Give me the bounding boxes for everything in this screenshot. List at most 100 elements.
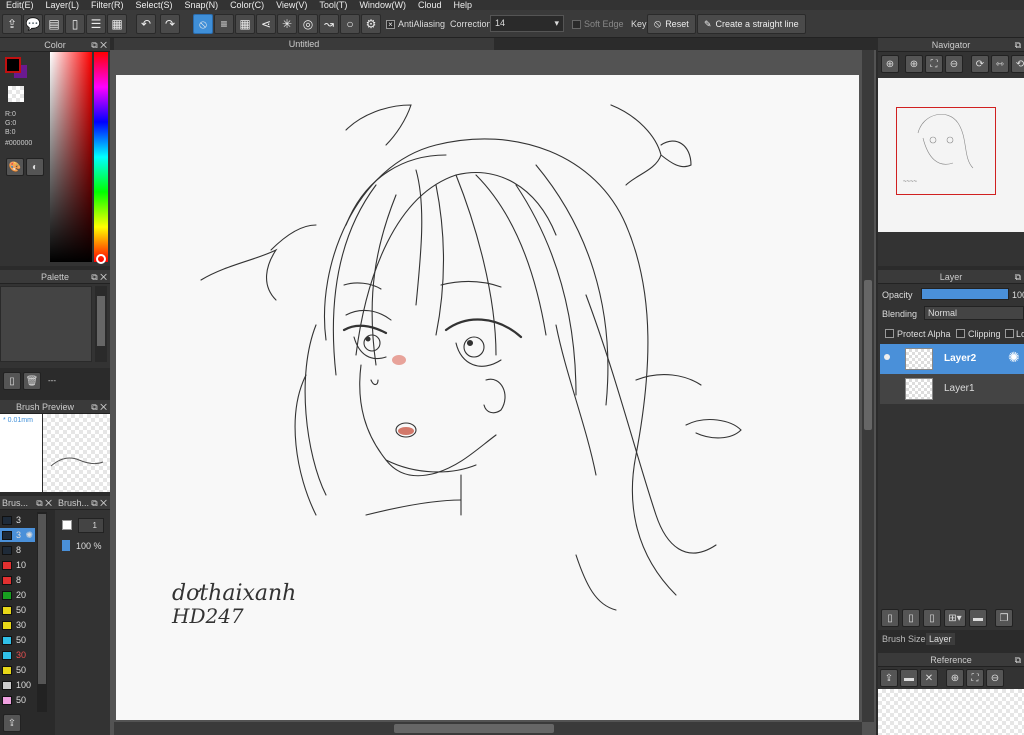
new-palette-icon[interactable]: ▯ <box>3 372 21 390</box>
menu-select[interactable]: Select(S) <box>130 0 179 10</box>
brush-item[interactable]: 50 <box>0 633 35 647</box>
brush-upload-icon[interactable]: ⇪ <box>3 714 21 732</box>
panel-close-icon[interactable]: ⧉ ✕ <box>91 400 107 414</box>
menu-help[interactable]: Help <box>447 0 478 10</box>
brush-item[interactable]: 3 <box>0 513 35 527</box>
zoom-plus-icon[interactable]: ⊕ <box>905 55 923 73</box>
brush-item[interactable]: 3 ✺ <box>0 528 35 542</box>
add-layer-menu-icon[interactable]: ⊞▾ <box>944 609 966 627</box>
palette-scrollbar[interactable] <box>95 286 107 362</box>
new-layer-8bit-icon[interactable]: ▯ <box>902 609 920 627</box>
menu-snap[interactable]: Snap(N) <box>179 0 225 10</box>
canvas-vertical-scrollbar[interactable] <box>862 50 874 722</box>
hue-slider[interactable] <box>94 52 108 262</box>
visibility-icon[interactable] <box>884 354 890 360</box>
menu-edit[interactable]: Edit(E) <box>0 0 40 10</box>
delete-palette-icon[interactable]: 🗑 <box>23 372 41 390</box>
brush-item[interactable]: 50 <box>0 663 35 677</box>
panel-close-icon[interactable]: ⧉ <box>1015 653 1021 667</box>
brush-item[interactable]: 8 <box>0 543 35 557</box>
horizontal-scroll-thumb[interactable] <box>394 724 554 733</box>
zoom-in-icon[interactable]: ⊕ <box>881 55 899 73</box>
list-icon[interactable]: ☰ <box>86 14 106 34</box>
brush-scroll-thumb[interactable] <box>38 514 46 684</box>
zoom-out-icon[interactable]: ⊖ <box>945 55 963 73</box>
blending-select[interactable]: Normal <box>924 306 1024 320</box>
brush-item[interactable]: 100 <box>0 678 35 692</box>
brush-value-field[interactable]: 1 <box>78 518 104 533</box>
straight-line-button[interactable]: ✎ Create a straight line <box>697 14 806 34</box>
brush-list-scrollbar[interactable] <box>37 512 47 712</box>
panel-close-icon[interactable]: ⧉ ✕ <box>91 270 107 284</box>
panel-close-icon[interactable]: ⧉ <box>1015 38 1021 52</box>
chat-icon[interactable]: ▤ <box>44 14 64 34</box>
palette-icon[interactable]: 🎨 <box>6 158 24 176</box>
navigator-view-rect[interactable] <box>896 107 996 195</box>
snap-settings-icon[interactable]: ⚙ <box>361 14 381 34</box>
share-icon[interactable]: ⇪ <box>2 14 22 34</box>
menu-view[interactable]: View(V) <box>270 0 313 10</box>
reference-upload-icon[interactable]: ⇪ <box>880 669 898 687</box>
layer-row-layer1[interactable]: Layer1 <box>880 374 1024 404</box>
reference-view[interactable] <box>878 689 1024 735</box>
rotate-reset-icon[interactable]: ⟲ <box>1011 55 1024 73</box>
brush-item[interactable]: 30 <box>0 648 35 662</box>
redo-icon[interactable]: ↷ <box>160 14 180 34</box>
snap-grid-icon[interactable]: ▦ <box>235 14 255 34</box>
brush-item[interactable]: 8 <box>0 573 35 587</box>
brush-item[interactable]: 30 <box>0 618 35 632</box>
clipping-checkbox[interactable] <box>956 329 965 338</box>
layer-row-layer2[interactable]: Layer2 ✺ <box>880 344 1024 374</box>
menu-tool[interactable]: Tool(T) <box>313 0 353 10</box>
reference-fit-icon[interactable]: ⛶ <box>966 669 984 687</box>
snap-parallel-icon[interactable]: ≡ <box>214 14 234 34</box>
undo-icon[interactable]: ↶ <box>136 14 156 34</box>
layer-settings-icon[interactable]: ✺ <box>1008 349 1020 366</box>
hue-handle[interactable] <box>96 254 106 264</box>
transparent-color-swatch[interactable] <box>8 86 24 102</box>
brush-item[interactable]: 10 <box>0 558 35 572</box>
menu-window[interactable]: Window(W) <box>353 0 412 10</box>
flip-icon[interactable]: ⇿ <box>991 55 1009 73</box>
document-tab[interactable]: Untitled <box>114 38 494 50</box>
tab-layer[interactable]: Layer <box>926 633 955 645</box>
correction-select[interactable]: 14 ▾ <box>490 15 564 32</box>
reference-open-icon[interactable]: ▬ <box>900 669 918 687</box>
brush-color-swatch[interactable] <box>62 520 72 530</box>
panel-close-icon[interactable]: ⧉ <box>1015 270 1021 284</box>
grid-icon[interactable]: ▦ <box>107 14 127 34</box>
reference-zoom-in-icon[interactable]: ⊕ <box>946 669 964 687</box>
navigator-thumbnail[interactable]: ~~~~ <box>878 78 1024 232</box>
snap-radial-icon[interactable]: ✳ <box>277 14 297 34</box>
menu-layer[interactable]: Layer(L) <box>40 0 86 10</box>
comment-icon[interactable]: 💬 <box>23 14 43 34</box>
new-layer-1bit-icon[interactable]: ▯ <box>923 609 941 627</box>
soft-edge-checkbox[interactable] <box>572 20 581 29</box>
panel-close-icon[interactable]: ⧉ ✕ <box>91 496 107 510</box>
palette-scroll-thumb[interactable] <box>97 296 105 346</box>
primary-color-front[interactable] <box>5 57 21 73</box>
menu-color[interactable]: Color(C) <box>224 0 270 10</box>
snap-circle-icon[interactable]: ◎ <box>298 14 318 34</box>
panel-close-icon[interactable]: ⧉ ✕ <box>36 496 52 510</box>
brush-settings-icon[interactable]: ✺ <box>25 530 33 541</box>
folder-icon[interactable]: ▬ <box>969 609 987 627</box>
tab-brush-size[interactable]: Brush Size <box>882 634 926 644</box>
antialiasing-checkbox[interactable]: × <box>386 20 395 29</box>
snap-vanish-icon[interactable]: ⋖ <box>256 14 276 34</box>
canvas-horizontal-scrollbar[interactable] <box>114 722 862 735</box>
brush-item[interactable]: 50 <box>0 693 35 707</box>
duplicate-layer-icon[interactable]: ❐ <box>995 609 1013 627</box>
saturation-value-picker[interactable] <box>50 52 92 262</box>
reference-zoom-out-icon[interactable]: ⊖ <box>986 669 1004 687</box>
panel-close-icon[interactable]: ⧉ ✕ <box>91 38 107 52</box>
brush-item[interactable]: 20 <box>0 588 35 602</box>
reference-close-icon[interactable]: ✕ <box>920 669 938 687</box>
opacity-slider[interactable] <box>921 288 1009 300</box>
fit-icon[interactable]: ⛶ <box>925 55 943 73</box>
drawing-canvas[interactable]: dơthaixanh HD247 <box>116 75 859 720</box>
menu-cloud[interactable]: Cloud <box>412 0 448 10</box>
reset-button[interactable]: ⦸ Reset <box>647 14 696 34</box>
protect-alpha-checkbox[interactable] <box>885 329 894 338</box>
lock-checkbox[interactable] <box>1005 329 1014 338</box>
